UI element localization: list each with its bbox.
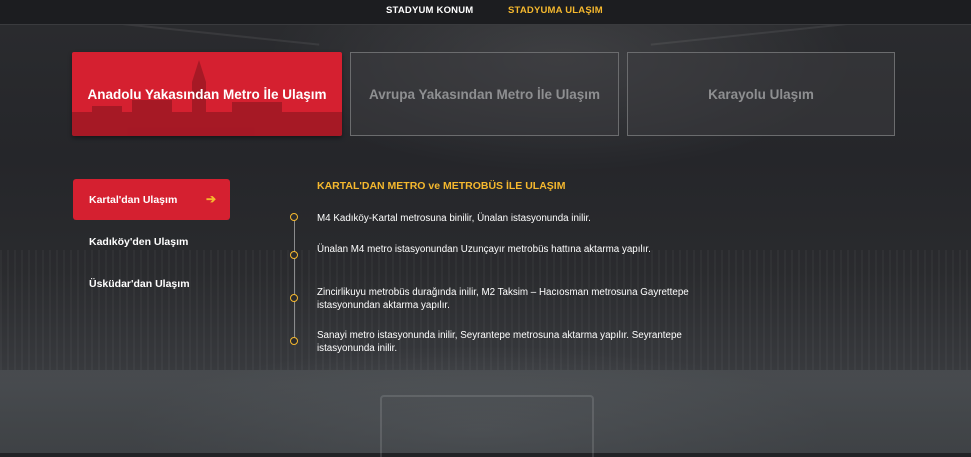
sidebar-item-label: Kartal'dan Ulaşım bbox=[89, 193, 178, 206]
arrow-right-icon: ➔ bbox=[205, 192, 216, 206]
top-navigation: STADYUM KONUM STADYUMA ULAŞIM bbox=[0, 0, 971, 25]
timeline-dot-icon bbox=[290, 337, 298, 345]
route-step: M4 Kadıköy-Kartal metrosuna binilir, Üna… bbox=[317, 213, 591, 224]
tab-stadyuma-ulasim[interactable]: STADYUMA ULAŞIM bbox=[508, 5, 603, 16]
timeline-dot-icon bbox=[290, 213, 298, 221]
timeline-dot-icon bbox=[290, 294, 298, 302]
sidebar-item-label: Üsküdar'dan Ulaşım bbox=[89, 277, 190, 290]
route-detail-title: KARTAL'DAN METRO ve METROBÜS İLE ULAŞIM bbox=[317, 180, 566, 192]
sidebar-item-kadikoy[interactable]: Kadıköy'den Ulaşım bbox=[73, 221, 230, 262]
tab-stadyum-konum[interactable]: STADYUM KONUM bbox=[386, 5, 473, 16]
pitch-marking bbox=[380, 395, 594, 457]
route-card-anadolu[interactable]: Anadolu Yakasından Metro İle Ulaşım bbox=[72, 52, 342, 136]
sidebar-item-kartal[interactable]: Kartal'dan Ulaşım ➔ bbox=[73, 179, 230, 220]
route-card-karayolu[interactable]: Karayolu Ulaşım bbox=[627, 52, 895, 136]
route-step: Zincirlikuyu metrobüs durağında inilir, … bbox=[317, 287, 689, 311]
timeline-dot-icon bbox=[290, 251, 298, 259]
timeline-line bbox=[294, 220, 295, 342]
sidebar-item-uskudar[interactable]: Üsküdar'dan Ulaşım bbox=[73, 263, 230, 304]
route-card-label: Karayolu Ulaşım bbox=[708, 86, 814, 102]
route-card-avrupa[interactable]: Avrupa Yakasından Metro İle Ulaşım bbox=[350, 52, 619, 136]
route-card-label: Avrupa Yakasından Metro İle Ulaşım bbox=[368, 86, 601, 102]
sidebar-item-label: Kadıköy'den Ulaşım bbox=[89, 235, 189, 248]
route-card-label: Anadolu Yakasından Metro İle Ulaşım bbox=[87, 86, 327, 102]
route-step: Sanayi metro istasyonunda inilir, Seyran… bbox=[317, 330, 682, 354]
route-step: Ünalan M4 metro istasyonundan Uzunçayır … bbox=[317, 244, 651, 255]
